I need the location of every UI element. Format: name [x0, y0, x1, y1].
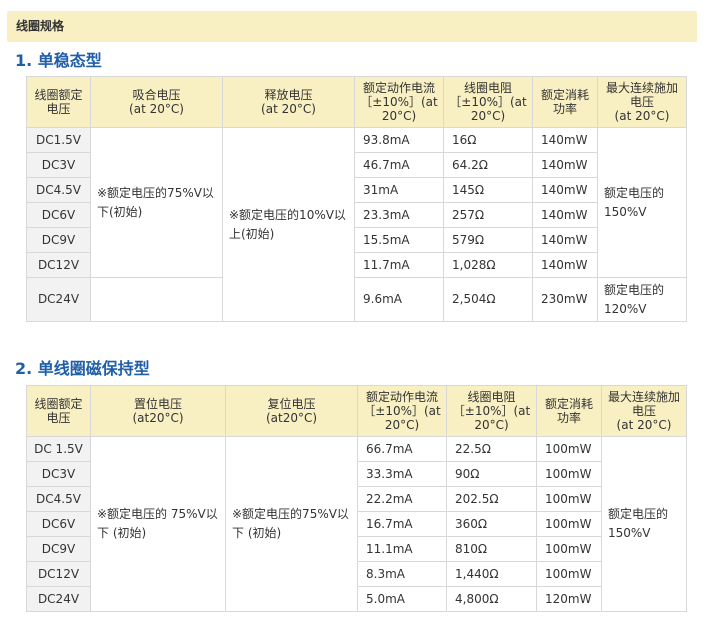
resistance-cell: 16Ω: [443, 127, 533, 153]
latching-coil-table: 线圈额定电压 置位电压 (at20°C) 复位电压 (at20°C) 额定动作电…: [26, 385, 687, 612]
col-header-pickup: 吸合电压 (at 20°C): [90, 76, 223, 128]
maxv-note-a: 额定电压的150%V: [597, 127, 687, 278]
resistance-cell: 202.5Ω: [446, 486, 537, 512]
set-note: ※额定电压的 75%V以下 (初始): [90, 436, 226, 612]
power-cell: 100mW: [536, 536, 602, 562]
header-title: 线圈规格: [16, 19, 65, 33]
resistance-cell: 145Ω: [443, 177, 533, 203]
table-row: DC 1.5V ※额定电压的 75%V以下 (初始) ※额定电压的75%V以下 …: [26, 436, 687, 612]
col-header-power: 额定消耗 功率: [536, 385, 602, 437]
model-cell: DC3V: [26, 461, 91, 487]
table-row: DC24V 9.6mA 2,504Ω 230mW 额定电压的120%V: [26, 277, 687, 322]
current-cell: 33.3mA: [357, 461, 447, 487]
model-cell: DC4.5V: [26, 486, 91, 512]
col-header-resistance: 线圈电阻 ［±10%］(at 20°C): [446, 385, 537, 437]
resistance-cell: 579Ω: [443, 227, 533, 253]
resistance-cell: 1,440Ω: [446, 561, 537, 587]
col-header-maxv: 最大连续施加电压 (at 20°C): [601, 385, 687, 437]
model-cell: DC3V: [26, 152, 91, 178]
resistance-cell: 360Ω: [446, 511, 537, 537]
current-cell: 15.5mA: [354, 227, 444, 253]
power-cell: 140mW: [532, 177, 598, 203]
table-row: DC1.5V ※额定电压的75%V以下(初始) ※额定电压的10%V以上(初始)…: [26, 127, 687, 322]
current-cell: 8.3mA: [357, 561, 447, 587]
resistance-cell: 2,504Ω: [443, 277, 533, 322]
power-cell: 140mW: [532, 202, 598, 228]
section1-title: 1. 单稳态型: [15, 51, 102, 70]
current-cell: 16.7mA: [357, 511, 447, 537]
power-cell: 140mW: [532, 152, 598, 178]
maxv-note-b: 额定电压的120%V: [597, 277, 687, 322]
resistance-cell: 810Ω: [446, 536, 537, 562]
model-cell: DC9V: [26, 536, 91, 562]
model-cell: DC24V: [26, 586, 91, 612]
power-cell: 100mW: [536, 486, 602, 512]
power-cell: 140mW: [532, 127, 598, 153]
col-header-current: 额定动作电流 ［±10%］(at 20°C): [357, 385, 447, 437]
col-header-power: 额定消耗 功率: [532, 76, 598, 128]
col-header-current: 额定动作电流 ［±10%］(at 20°C): [354, 76, 444, 128]
model-cell: DC24V: [26, 277, 91, 322]
power-cell: 100mW: [536, 436, 602, 462]
model-cell: DC6V: [26, 511, 91, 537]
power-cell: 100mW: [536, 511, 602, 537]
current-cell: 9.6mA: [354, 277, 444, 322]
current-cell: 46.7mA: [354, 152, 444, 178]
power-cell: 100mW: [536, 561, 602, 587]
col-header-reset: 复位电压 (at20°C): [225, 385, 358, 437]
model-cell: DC6V: [26, 202, 91, 228]
current-cell: 22.2mA: [357, 486, 447, 512]
power-cell: 100mW: [536, 461, 602, 487]
power-cell: 140mW: [532, 227, 598, 253]
resistance-cell: 22.5Ω: [446, 436, 537, 462]
current-cell: 66.7mA: [357, 436, 447, 462]
power-cell: 120mW: [536, 586, 602, 612]
current-cell: 23.3mA: [354, 202, 444, 228]
model-cell: DC9V: [26, 227, 91, 253]
col-header-set: 置位电压 (at20°C): [90, 385, 226, 437]
col-header-resistance: 线圈电阻 ［±10%］(at 20°C): [443, 76, 533, 128]
current-cell: 31mA: [354, 177, 444, 203]
col-header-model: 线圈额定电压: [26, 385, 91, 437]
resistance-cell: 1,028Ω: [443, 252, 533, 278]
current-cell: 5.0mA: [357, 586, 447, 612]
model-cell: DC1.5V: [26, 127, 91, 153]
pickup-blank-cell: [90, 277, 223, 322]
model-cell: DC12V: [26, 252, 91, 278]
coil-spec-header: 线圈规格: [7, 11, 697, 42]
resistance-cell: 64.2Ω: [443, 152, 533, 178]
col-header-release: 释放电压 (at 20°C): [222, 76, 355, 128]
resistance-cell: 257Ω: [443, 202, 533, 228]
current-cell: 11.1mA: [357, 536, 447, 562]
model-cell: DC12V: [26, 561, 91, 587]
col-header-model: 线圈额定电压: [26, 76, 91, 128]
model-cell: DC4.5V: [26, 177, 91, 203]
model-cell: DC 1.5V: [26, 436, 91, 462]
current-cell: 11.7mA: [354, 252, 444, 278]
power-cell: 230mW: [532, 277, 598, 322]
maxv-note: 额定电压的150%V: [601, 436, 687, 612]
release-note: ※额定电压的10%V以上(初始): [222, 127, 355, 322]
resistance-cell: 90Ω: [446, 461, 537, 487]
section2-title: 2. 单线圈磁保持型: [15, 359, 150, 378]
pickup-note: ※额定电压的75%V以下(初始): [90, 127, 223, 278]
current-cell: 93.8mA: [354, 127, 444, 153]
resistance-cell: 4,800Ω: [446, 586, 537, 612]
reset-note: ※额定电压的75%V以下 (初始): [225, 436, 358, 612]
col-header-maxv: 最大连续施加电压 (at 20°C): [597, 76, 687, 128]
monostable-coil-table: 线圈额定电压 吸合电压 (at 20°C) 释放电压 (at 20°C) 额定动…: [26, 76, 687, 322]
power-cell: 140mW: [532, 252, 598, 278]
